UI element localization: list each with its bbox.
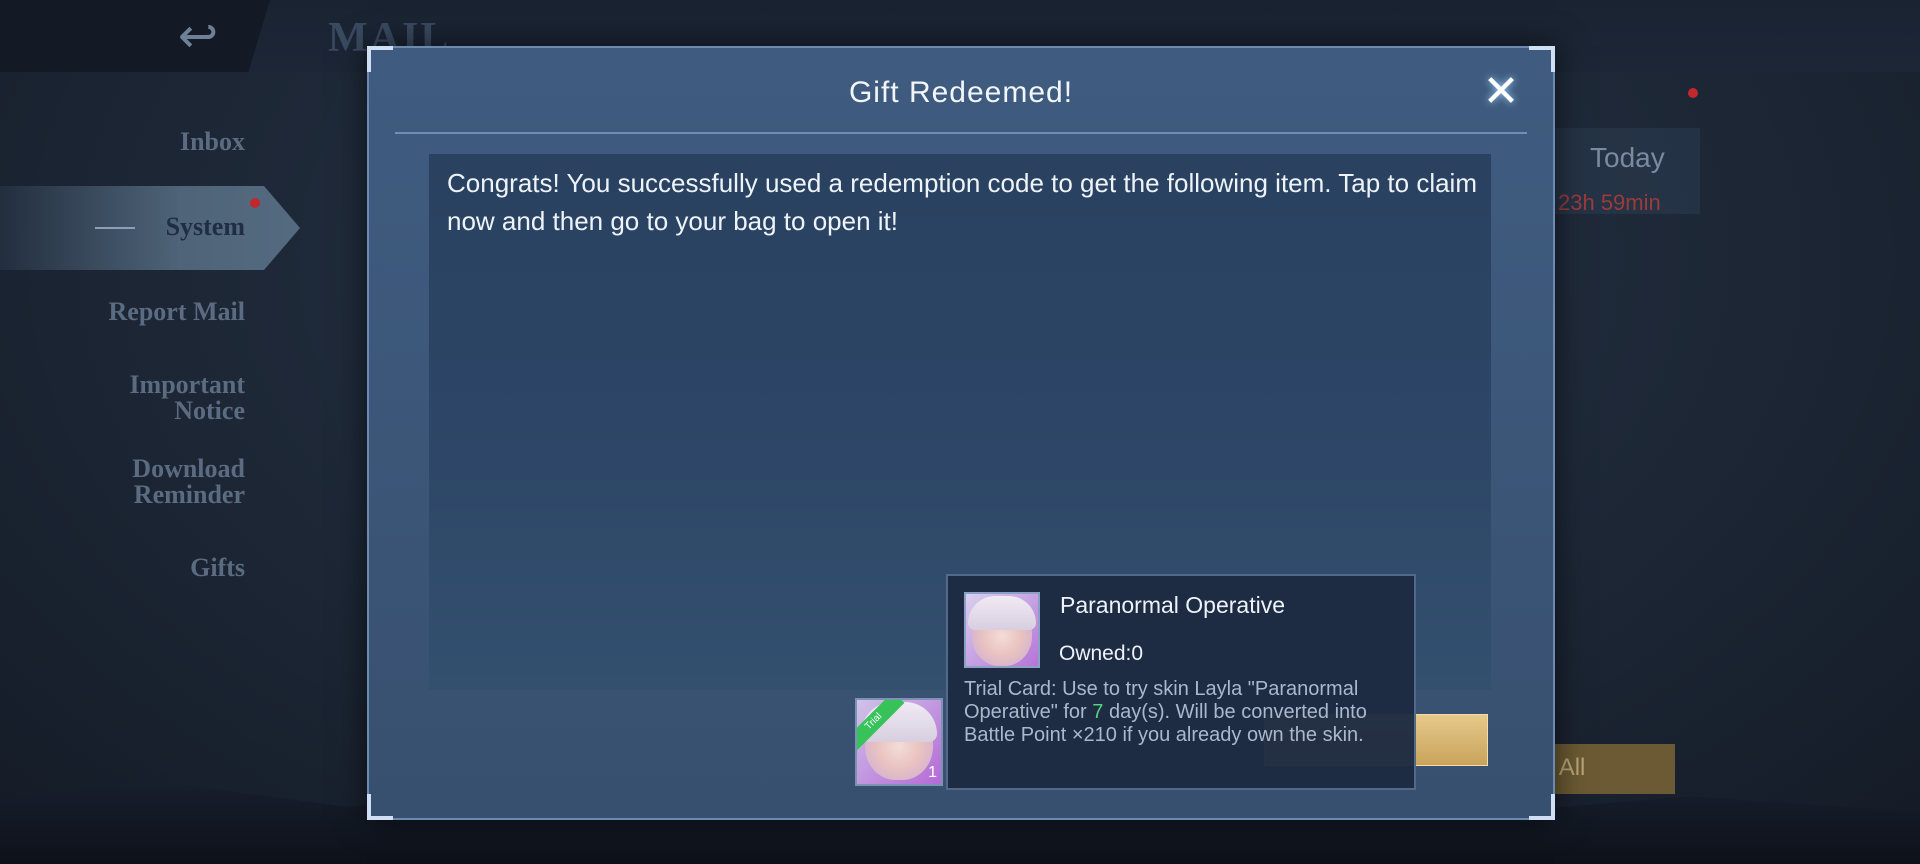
sidebar-item-inbox[interactable]: Inbox (180, 129, 245, 155)
active-indicator-line (95, 227, 135, 229)
reward-item-icon[interactable]: Trial 1 (855, 698, 943, 786)
corner-ornament (367, 794, 393, 820)
sidebar-item-important-notice[interactable]: Important Notice (85, 372, 245, 424)
mail-timer: 23h 59min (1558, 190, 1661, 215)
sidebar-item-report-mail[interactable]: Report Mail (109, 299, 245, 325)
divider (395, 132, 1527, 134)
close-icon[interactable]: ✕ (1479, 70, 1523, 114)
corner-ornament (367, 46, 393, 72)
sidebar-item-system[interactable]: System (166, 214, 245, 240)
item-tooltip: Paranormal Operative Owned:0 Trial Card:… (946, 574, 1416, 790)
sidebar-item-download-reminder[interactable]: Download Reminder (75, 456, 245, 508)
trial-days: 7 (1092, 701, 1104, 723)
notification-dot (1688, 88, 1698, 98)
skin-portrait-hair (968, 596, 1036, 630)
corner-ornament (1529, 794, 1555, 820)
item-description: Trial Card: Use to try skin Layla "Paran… (964, 678, 1404, 747)
tooltip-item-icon (964, 592, 1040, 668)
sidebar-item-gifts[interactable]: Gifts (190, 555, 245, 581)
notification-dot (250, 198, 260, 208)
message-text: Congrats! You successfully used a redemp… (447, 168, 1477, 236)
dialog-title: Gift Redeemed! (848, 76, 1074, 109)
corner-ornament (1529, 46, 1555, 72)
item-quantity: 1 (928, 764, 937, 781)
back-arrow-icon[interactable]: ↩ (150, 10, 246, 62)
item-name: Paranormal Operative (1060, 592, 1285, 618)
mail-date: Today (1590, 142, 1665, 173)
item-owned-count: Owned:0 (1059, 642, 1144, 665)
